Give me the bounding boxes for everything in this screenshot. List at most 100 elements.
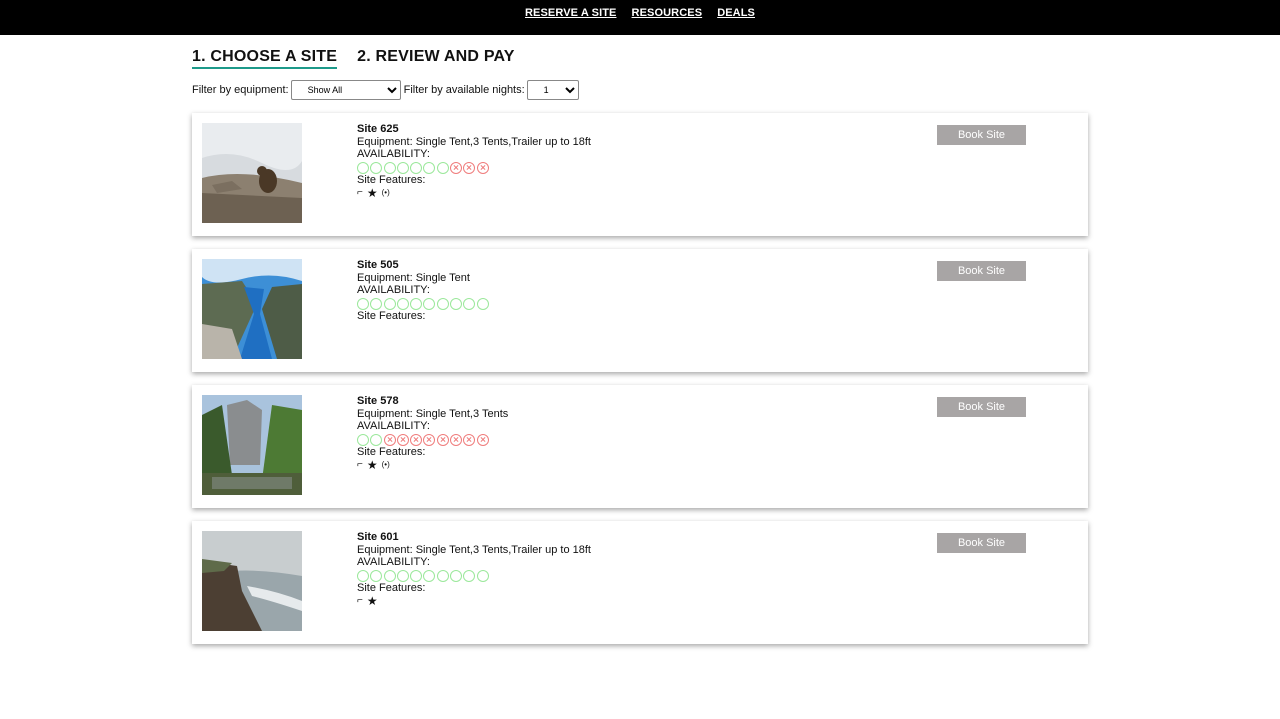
equipment-filter-select[interactable]: Show All: [290, 80, 401, 100]
availability-dots: [357, 297, 490, 310]
plug-icon: ⌐: [357, 594, 363, 606]
site-equipment: Equipment: Single Tent: [357, 271, 470, 284]
available-night-icon: [476, 297, 489, 310]
availability-dots: [357, 569, 591, 582]
unavailable-night-icon: [450, 161, 463, 174]
book-site-button[interactable]: Book Site: [937, 261, 1026, 281]
available-night-icon: [410, 569, 423, 582]
available-night-icon: [436, 297, 449, 310]
site-title: Site 578: [357, 395, 399, 407]
available-night-icon: [410, 161, 423, 174]
site-features: ⌐ ★ (•): [357, 187, 591, 200]
available-night-icon: [423, 161, 436, 174]
plug-icon: ⌐: [357, 458, 363, 470]
available-night-icon: [357, 569, 369, 582]
site-photo: [202, 395, 302, 495]
unavailable-night-icon: [410, 433, 423, 446]
features-label: Site Features:: [357, 174, 426, 187]
plug-icon: ⌐: [357, 186, 363, 198]
site-photo: [202, 531, 302, 631]
site-card: Site 578 Equipment: Single Tent,3 Tents …: [192, 385, 1088, 508]
site-info: Site 601 Equipment: Single Tent,3 Tents,…: [357, 531, 591, 608]
available-night-icon: [450, 569, 463, 582]
star-icon: ★: [366, 593, 378, 608]
available-night-icon: [450, 297, 463, 310]
availability-label: AVAILABILITY:: [357, 556, 430, 569]
nights-filter-select[interactable]: 1: [526, 80, 579, 100]
unavailable-night-icon: [476, 161, 489, 174]
star-icon: ★: [366, 185, 378, 200]
unavailable-night-icon: [383, 433, 396, 446]
wifi-icon: (•): [381, 459, 390, 469]
available-night-icon: [396, 161, 409, 174]
availability-label: AVAILABILITY:: [357, 284, 430, 297]
available-night-icon: [370, 569, 383, 582]
available-night-icon: [370, 433, 383, 446]
available-night-icon: [357, 161, 369, 174]
features-label: Site Features:: [357, 446, 426, 459]
site-equipment: Equipment: Single Tent,3 Tents,Trailer u…: [357, 135, 591, 148]
site-info: Site 578 Equipment: Single Tent,3 Tents …: [357, 395, 508, 472]
available-night-icon: [476, 569, 489, 582]
available-night-icon: [436, 161, 449, 174]
availability-label: AVAILABILITY:: [357, 148, 430, 161]
site-equipment: Equipment: Single Tent,3 Tents: [357, 407, 509, 420]
site-features: ⌐ ★: [357, 595, 591, 608]
available-night-icon: [463, 297, 476, 310]
site-photo: [202, 259, 302, 359]
unavailable-night-icon: [450, 433, 463, 446]
site-title: Site 625: [357, 123, 399, 135]
available-night-icon: [423, 569, 436, 582]
available-night-icon: [463, 569, 476, 582]
available-night-icon: [383, 569, 396, 582]
top-nav: RESERVE A SITE RESOURCES DEALS: [0, 7, 1280, 19]
site-card: Site 601 Equipment: Single Tent,3 Tents,…: [192, 521, 1088, 644]
available-night-icon: [383, 161, 396, 174]
available-night-icon: [436, 569, 449, 582]
available-night-icon: [396, 569, 409, 582]
unavailable-night-icon: [396, 433, 409, 446]
step-choose-site[interactable]: 1. CHOOSE A SITE: [192, 48, 338, 69]
available-night-icon: [357, 433, 369, 446]
available-night-icon: [370, 297, 383, 310]
top-nav-bar: RESERVE A SITE RESOURCES DEALS: [0, 0, 1280, 35]
features-label: Site Features:: [357, 582, 426, 595]
site-info: Site 505 Equipment: Single Tent AVAILABI…: [357, 259, 490, 336]
step-review-and-pay[interactable]: 2. REVIEW AND PAY: [357, 48, 515, 69]
nav-deals-link[interactable]: DEALS: [717, 7, 755, 19]
book-site-button[interactable]: Book Site: [937, 533, 1026, 553]
unavailable-night-icon: [476, 433, 489, 446]
site-features: [357, 323, 490, 336]
available-night-icon: [383, 297, 396, 310]
availability-dots: [357, 161, 591, 174]
wifi-icon: (•): [381, 187, 390, 197]
available-night-icon: [370, 161, 383, 174]
filter-bar: Filter by equipment: Show All Filter by …: [192, 80, 582, 100]
site-card: Site 625 Equipment: Single Tent,3 Tents,…: [192, 113, 1088, 236]
available-night-icon: [410, 297, 423, 310]
nav-resources-link[interactable]: RESOURCES: [632, 7, 703, 19]
available-night-icon: [423, 297, 436, 310]
site-info: Site 625 Equipment: Single Tent,3 Tents,…: [357, 123, 591, 200]
site-features: ⌐ ★ (•): [357, 459, 508, 472]
site-equipment: Equipment: Single Tent,3 Tents,Trailer u…: [357, 543, 591, 556]
book-site-button[interactable]: Book Site: [937, 397, 1026, 417]
unavailable-night-icon: [436, 433, 449, 446]
available-night-icon: [396, 297, 409, 310]
star-icon: ★: [366, 457, 378, 472]
site-photo: [202, 123, 302, 223]
availability-label: AVAILABILITY:: [357, 420, 430, 433]
site-title: Site 601: [357, 531, 399, 543]
site-card: Site 505 Equipment: Single Tent AVAILABI…: [192, 249, 1088, 372]
features-label: Site Features:: [357, 310, 426, 323]
book-site-button[interactable]: Book Site: [937, 125, 1026, 145]
unavailable-night-icon: [463, 161, 476, 174]
equipment-filter-label: Filter by equipment:: [192, 84, 289, 96]
unavailable-night-icon: [423, 433, 436, 446]
checkout-steps: 1. CHOOSE A SITE 2. REVIEW AND PAY: [192, 48, 535, 69]
nights-filter-label: Filter by available nights:: [403, 84, 525, 96]
nav-reserve-a-site-link[interactable]: RESERVE A SITE: [525, 7, 616, 19]
availability-dots: [357, 433, 508, 446]
available-night-icon: [357, 297, 369, 310]
site-title: Site 505: [357, 259, 399, 271]
